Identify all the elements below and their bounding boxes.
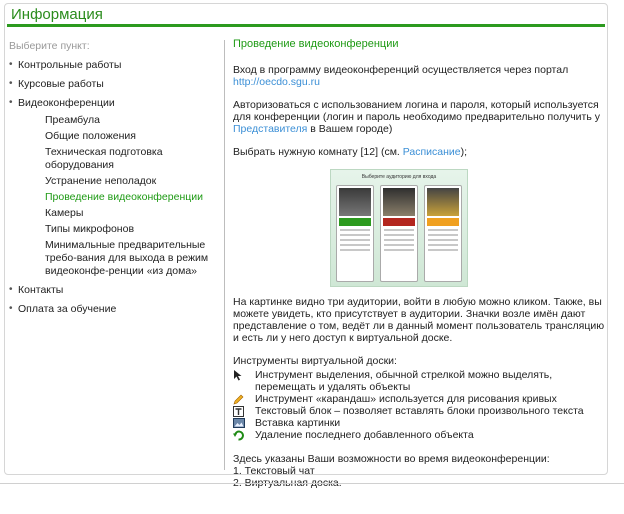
portal-link[interactable]: http://oecdo.sgu.ru <box>233 76 320 88</box>
paragraph-text: ); <box>460 146 468 158</box>
sidebar-item-course-works[interactable]: • Курсовые работы <box>9 78 221 90</box>
sidebar-item-videoconferences[interactable]: • Видеоконференции <box>9 97 221 109</box>
room-line <box>340 249 370 251</box>
room-line <box>384 249 414 251</box>
tool-item: Удаление последнего добавленного объекта <box>233 429 605 441</box>
tool-text: Удаление последнего добавленного объекта <box>255 429 474 441</box>
section-title: Проведение видеоконференции <box>233 38 399 50</box>
room-photo <box>339 188 371 216</box>
tool-text: Инструмент «карандаш» используется для р… <box>255 393 557 405</box>
tool-item: Вставка картинки <box>233 417 605 429</box>
room-line <box>384 244 414 246</box>
sidebar-item-control-works[interactable]: • Контрольные работы <box>9 59 221 71</box>
room-bar <box>383 218 415 226</box>
info-panel: Информация Выберите пункт: • Контрольные… <box>4 3 608 489</box>
bullet-icon: • <box>9 97 13 108</box>
room-card <box>424 185 462 282</box>
panel-header: Информация <box>5 4 607 25</box>
pencil-icon <box>233 393 255 405</box>
sidebar-item-label: Контрольные работы <box>18 59 122 71</box>
room-selection-screenshot: Выберите аудиторию для входа <box>330 169 468 287</box>
room-line <box>428 229 458 231</box>
tool-text: Инструмент выделения, обычной стрелкой м… <box>255 369 553 393</box>
sidebar-subnav: Преамбула Общие положения Техническая по… <box>45 114 221 278</box>
room-line <box>340 239 370 241</box>
room-line <box>384 229 414 231</box>
tool-item: Инструмент выделения, обычной стрелкой м… <box>233 369 605 393</box>
room-line <box>428 239 458 241</box>
bullet-icon: • <box>9 303 13 314</box>
main-content: Проведение видеоконференции Вход в прогр… <box>233 38 605 489</box>
subnav-item-hardware[interactable]: Техническая подготовка оборудования <box>45 146 221 172</box>
tool-item: Инструмент «карандаш» используется для р… <box>233 393 605 405</box>
paragraph-auth: Авторизоваться с использованием логина и… <box>233 99 605 135</box>
insert-image-icon <box>233 417 255 429</box>
header-divider <box>7 24 605 27</box>
cursor-arrow-icon <box>233 369 255 381</box>
room-bar <box>427 218 459 226</box>
sidebar-item-label: Контакты <box>18 284 64 296</box>
page-title: Информация <box>11 6 103 23</box>
figure-title: Выберите аудиторию для входа <box>361 174 437 180</box>
subnav-item-preamble[interactable]: Преамбула <box>45 114 221 127</box>
room-line <box>340 234 370 236</box>
paragraph-rooms-info: На картинке видно три аудитории, войти в… <box>233 296 605 344</box>
subnav-item-general[interactable]: Общие положения <box>45 130 221 143</box>
schedule-link[interactable]: Расписание <box>403 146 461 158</box>
capability-item: 1. Текстовый чат <box>233 465 315 477</box>
subnav-item-cameras[interactable]: Камеры <box>45 207 221 220</box>
tools-heading: Инструменты виртуальной доски: <box>233 355 397 367</box>
paragraph-login: Вход в программу видеоконференций осущес… <box>233 64 605 88</box>
paragraph-room: Выбрать нужную комнату [12] (см. Расписа… <box>233 146 605 158</box>
subnav-item-microphones[interactable]: Типы микрофонов <box>45 223 221 236</box>
paragraph-text: в Вашем городе) <box>310 123 393 135</box>
room-card <box>380 185 418 282</box>
room-card <box>336 185 374 282</box>
room-line <box>428 249 458 251</box>
paragraph-text: Вход в программу видеоконференций осущес… <box>233 64 569 76</box>
subnav-item-troubleshooting[interactable]: Устранение неполадок <box>45 175 221 188</box>
room-line <box>428 234 458 236</box>
subnav-item-conducting[interactable]: Проведение видеоконференции <box>45 191 221 204</box>
footer-divider <box>0 483 624 484</box>
sidebar-item-payment[interactable]: • Оплата за обучение <box>9 303 221 315</box>
capabilities-heading: Здесь указаны Ваши возможности во время … <box>233 453 550 465</box>
room-line <box>384 234 414 236</box>
room-line <box>384 239 414 241</box>
sidebar-item-label: Видеоконференции <box>18 97 115 109</box>
sidebar: Выберите пункт: • Контрольные работы • К… <box>9 40 221 322</box>
sidebar-item-contacts[interactable]: • Контакты <box>9 284 221 296</box>
room-line <box>428 244 458 246</box>
subnav-item-home-requirements[interactable]: Минимальные предварительные требо-вания … <box>45 239 221 278</box>
bullet-icon: • <box>9 284 13 295</box>
room-photo <box>427 188 459 216</box>
bullet-icon: • <box>9 78 13 89</box>
undo-icon <box>233 429 255 441</box>
representative-link[interactable]: Представителя <box>233 123 307 135</box>
sidebar-item-label: Курсовые работы <box>18 78 104 90</box>
tool-text: Вставка картинки <box>255 417 341 429</box>
sidebar-item-label: Оплата за обучение <box>18 303 117 315</box>
bullet-icon: • <box>9 59 13 70</box>
tool-item: Текстовый блок – позволяет вставлять бло… <box>233 405 605 417</box>
room-line <box>340 229 370 231</box>
text-block-icon <box>233 405 255 417</box>
paragraph-text: Авторизоваться с использованием логина и… <box>233 99 600 123</box>
room-line <box>340 244 370 246</box>
tool-text: Текстовый блок – позволяет вставлять бло… <box>255 405 584 417</box>
paragraph-text: Выбрать нужную комнату [12] (см. <box>233 146 400 158</box>
sidebar-prompt: Выберите пункт: <box>9 40 90 52</box>
room-bar <box>339 218 371 226</box>
room-photo <box>383 188 415 216</box>
column-divider <box>224 40 225 470</box>
